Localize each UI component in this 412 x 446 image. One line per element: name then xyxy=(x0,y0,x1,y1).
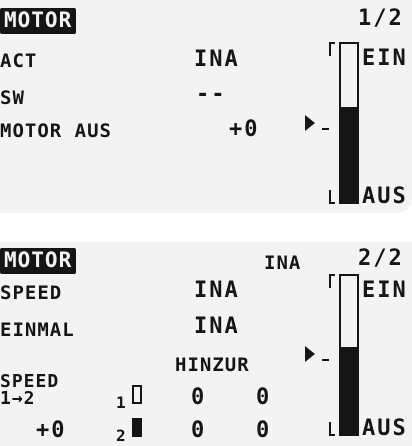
page-indicator: 1/2 xyxy=(358,6,404,31)
gauge-bracket-bottom xyxy=(329,422,335,436)
gauge-bracket-bottom xyxy=(329,190,335,204)
speed-value[interactable]: INA xyxy=(194,280,240,302)
motor-screen-page-1: MOTOR 1/2 ACT INA SW -- MOTOR AUS +0 EIN… xyxy=(0,0,412,213)
gauge-bottom-label: AUS xyxy=(362,416,408,441)
speed-label: SPEED xyxy=(0,282,63,304)
hinzur-header: HINZUR xyxy=(175,354,250,376)
einmal-value[interactable]: INA xyxy=(194,316,240,338)
speed-row-hin[interactable]: 0 xyxy=(191,420,206,442)
motor-gauge xyxy=(339,274,359,436)
motor-aus-value[interactable]: +0 xyxy=(229,119,260,141)
screen-title: MOTOR xyxy=(0,8,77,34)
act-label: ACT xyxy=(0,50,38,72)
motor-aus-label: MOTOR AUS xyxy=(0,120,112,142)
motor-gauge-fill xyxy=(341,347,357,434)
act-value[interactable]: INA xyxy=(194,49,240,71)
speed-transition-value[interactable]: +0 xyxy=(36,420,67,442)
page-indicator: 2/2 xyxy=(358,246,404,271)
speed-row-indicator-filled xyxy=(132,418,142,437)
gauge-center-tick xyxy=(322,128,329,130)
gauge-top-label: EIN xyxy=(362,46,408,71)
speed-row-zur[interactable]: 0 xyxy=(256,387,271,409)
speed-row-index: 2 xyxy=(116,426,127,445)
motor-gauge xyxy=(339,42,359,204)
gauge-pointer-icon xyxy=(305,115,315,131)
gauge-center-tick xyxy=(322,359,329,361)
screen-title: MOTOR xyxy=(0,248,77,274)
gauge-pointer-icon xyxy=(305,346,315,362)
speed-transition-label-line2: 1→2 xyxy=(0,388,36,409)
speed-row-indicator-empty xyxy=(132,385,142,404)
speed-row-index: 1 xyxy=(116,393,127,412)
einmal-label: EINMAL xyxy=(0,319,75,341)
gauge-bottom-label: AUS xyxy=(362,184,408,209)
speed-row-zur[interactable]: 0 xyxy=(256,420,271,442)
motor-screen-page-2: MOTOR INA 2/2 SPEED INA EINMAL INA HINZU… xyxy=(0,242,412,446)
status-value: INA xyxy=(264,252,302,274)
gauge-bracket-top xyxy=(329,42,335,56)
sw-label: SW xyxy=(0,87,25,109)
speed-row-hin[interactable]: 0 xyxy=(191,387,206,409)
gauge-bracket-top xyxy=(329,274,335,288)
motor-gauge-fill xyxy=(341,107,357,202)
gauge-top-label: EIN xyxy=(362,278,408,303)
speed-transition-label: SPEED 1→2 xyxy=(0,373,59,409)
sw-value[interactable]: -- xyxy=(196,84,227,106)
